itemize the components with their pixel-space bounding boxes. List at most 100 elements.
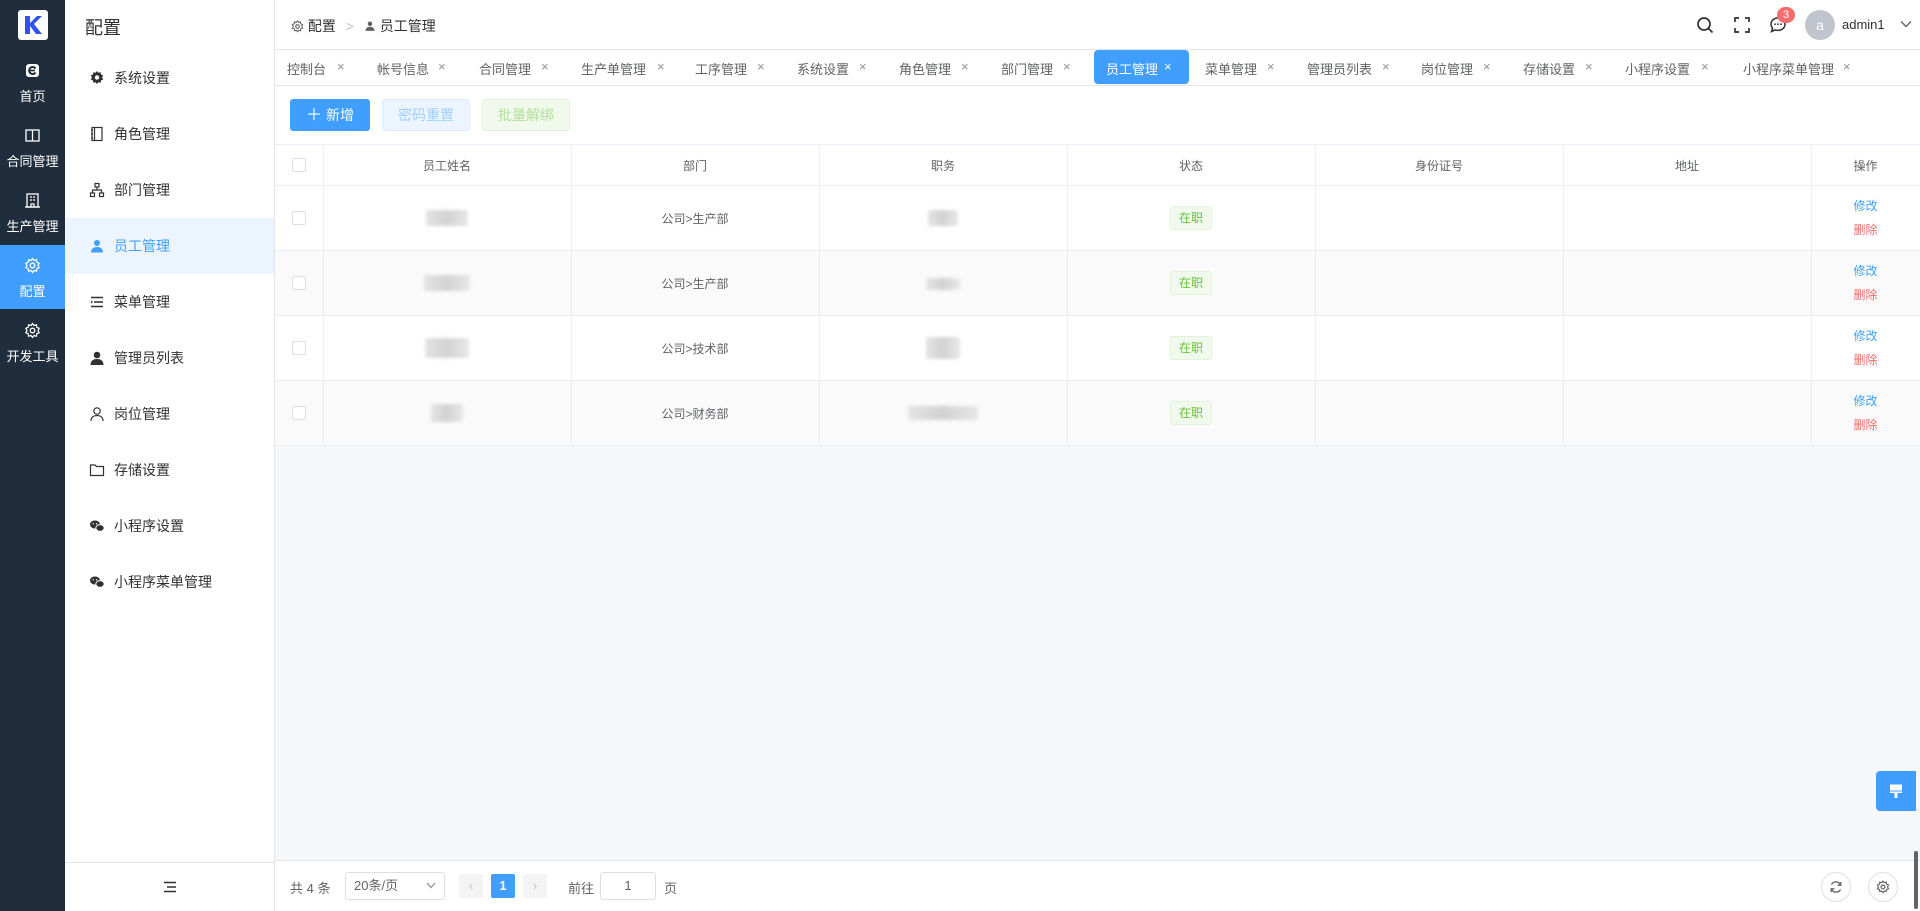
tab-storage-settings[interactable]: 存储设置 ×: [1511, 50, 1603, 84]
rail-item-devtools[interactable]: 开发工具: [0, 310, 65, 374]
add-button[interactable]: ＋新增: [290, 99, 370, 131]
goto-page-input[interactable]: 1: [600, 872, 656, 900]
status-cell: 在职: [1067, 250, 1316, 316]
edit-button[interactable]: 修改: [1812, 324, 1920, 348]
close-icon[interactable]: ×: [1585, 59, 1593, 74]
rail-item-production[interactable]: 生产管理: [0, 180, 65, 244]
close-icon[interactable]: ×: [757, 59, 765, 74]
page-size-select[interactable]: 20条/页: [345, 872, 445, 900]
floating-panel-button[interactable]: [1876, 771, 1916, 811]
tab-department-management[interactable]: 部门管理 ×: [989, 50, 1081, 84]
row-checkbox[interactable]: [291, 341, 306, 356]
close-icon[interactable]: ×: [657, 59, 665, 74]
rail-item-home[interactable]: 首页: [0, 50, 65, 114]
notification-badge: 3: [1777, 7, 1795, 23]
row-checkbox[interactable]: [291, 406, 306, 421]
column-settings-button[interactable]: [1868, 872, 1898, 902]
refresh-button[interactable]: [1821, 872, 1851, 902]
submenu-item-miniapp-settings[interactable]: 小程序设置: [65, 498, 274, 554]
tab-label: 合同管理: [479, 62, 532, 77]
select-all-cell: [275, 144, 324, 186]
submenu-item-label: 小程序菜单管理: [114, 574, 212, 590]
redacted-text: [424, 275, 470, 291]
username[interactable]: admin1: [1842, 17, 1885, 32]
submenu-item-position-management[interactable]: 岗位管理: [65, 386, 274, 442]
select-all-checkbox[interactable]: [291, 158, 306, 173]
submenu-item-menu-management[interactable]: 菜单管理: [65, 274, 274, 330]
submenu-item-label: 小程序设置: [114, 518, 184, 534]
submenu-item-employee-management[interactable]: 员工管理: [65, 218, 274, 274]
close-icon[interactable]: ×: [1382, 59, 1390, 74]
close-icon[interactable]: ×: [1164, 59, 1172, 74]
close-icon[interactable]: ×: [541, 59, 549, 74]
submenu-item-system-settings[interactable]: 系统设置: [65, 50, 274, 106]
tab-position-management[interactable]: 岗位管理 ×: [1409, 50, 1501, 84]
collapse-menu-button[interactable]: [65, 862, 274, 911]
user-outline-icon: [90, 407, 104, 422]
row-checkbox[interactable]: [291, 276, 306, 291]
row-checkbox[interactable]: [291, 211, 306, 226]
rail-item-contract[interactable]: 合同管理: [0, 115, 65, 179]
table-row: 公司>生产部 在职 修改 删除: [275, 250, 1920, 316]
submenu-item-admin-list[interactable]: 管理员列表: [65, 330, 274, 386]
delete-button[interactable]: 删除: [1812, 283, 1920, 307]
tab-account-info[interactable]: 帐号信息 ×: [365, 50, 457, 84]
home-icon: [26, 64, 39, 77]
search-icon[interactable]: [1696, 16, 1714, 34]
rail-item-config[interactable]: 配置: [0, 245, 65, 309]
tab-employee-management[interactable]: 员工管理 ×: [1094, 50, 1189, 84]
close-icon[interactable]: ×: [1483, 59, 1491, 74]
column-header: 状态: [1067, 144, 1316, 186]
close-icon[interactable]: ×: [1843, 59, 1851, 74]
tab-role-management[interactable]: 角色管理 ×: [887, 50, 979, 84]
submenu-item-miniapp-menu-management[interactable]: 小程序菜单管理: [65, 554, 274, 610]
gear-solid-icon: [90, 71, 104, 84]
close-icon[interactable]: ×: [961, 59, 969, 74]
page-number-current[interactable]: 1: [491, 874, 515, 898]
goto-label: 前往: [568, 881, 595, 896]
close-icon[interactable]: ×: [337, 59, 345, 74]
tab-dashboard[interactable]: 控制台 ×: [275, 50, 353, 84]
close-icon[interactable]: ×: [1701, 59, 1709, 74]
reset-password-button[interactable]: 密码重置: [382, 99, 470, 131]
breadcrumb-root[interactable]: 配置: [308, 16, 336, 36]
tab-admin-list[interactable]: 管理员列表 ×: [1295, 50, 1399, 84]
delete-button[interactable]: 删除: [1812, 413, 1920, 437]
tab-production-order-management[interactable]: 生产单管理 ×: [569, 50, 675, 84]
tab-process-management[interactable]: 工序管理 ×: [683, 50, 775, 84]
submenu-item-department-management[interactable]: 部门管理: [65, 162, 274, 218]
edit-button[interactable]: 修改: [1812, 389, 1920, 413]
table-area: 员工姓名 部门 职务 状态 身份证号 地址 操作 公司>生产部 在职 修改删除: [275, 144, 1920, 860]
prev-page-button[interactable]: ‹: [459, 874, 483, 898]
tab-contract-management[interactable]: 合同管理 ×: [467, 50, 559, 84]
avatar[interactable]: a: [1805, 10, 1835, 40]
submenu-item-role-management[interactable]: 角色管理: [65, 106, 274, 162]
redacted-text: [928, 210, 958, 226]
tab-label: 存储设置: [1523, 62, 1576, 77]
close-icon[interactable]: ×: [859, 59, 867, 74]
submenu-title: 配置: [85, 18, 121, 38]
tab-menu-management[interactable]: 菜单管理 ×: [1193, 50, 1285, 84]
chevron-down-icon[interactable]: [1900, 20, 1912, 28]
delete-button[interactable]: 删除: [1812, 348, 1920, 372]
submenu-item-label: 存储设置: [114, 462, 170, 478]
tab-label: 部门管理: [1001, 62, 1054, 77]
close-icon[interactable]: ×: [438, 59, 446, 74]
tab-miniapp-settings[interactable]: 小程序设置 ×: [1613, 50, 1719, 84]
edit-button[interactable]: 修改: [1812, 259, 1920, 283]
user-icon: [365, 21, 375, 31]
redacted-text: [431, 404, 463, 422]
fullscreen-icon[interactable]: [1733, 16, 1751, 34]
tab-miniapp-menu-management[interactable]: 小程序菜单管理 ×: [1731, 50, 1851, 84]
batch-unbind-button[interactable]: 批量解绑: [482, 99, 570, 131]
submenu-item-storage-settings[interactable]: 存储设置: [65, 442, 274, 498]
next-page-button[interactable]: ›: [523, 874, 547, 898]
close-icon[interactable]: ×: [1063, 59, 1071, 74]
edit-button[interactable]: 修改: [1812, 194, 1920, 218]
page-scrollbar[interactable]: [1914, 851, 1918, 909]
tab-system-settings[interactable]: 系统设置 ×: [785, 50, 877, 84]
delete-button[interactable]: 删除: [1812, 218, 1920, 242]
close-icon[interactable]: ×: [1267, 59, 1275, 74]
name-cell: [323, 185, 572, 251]
app-logo[interactable]: [18, 10, 48, 40]
